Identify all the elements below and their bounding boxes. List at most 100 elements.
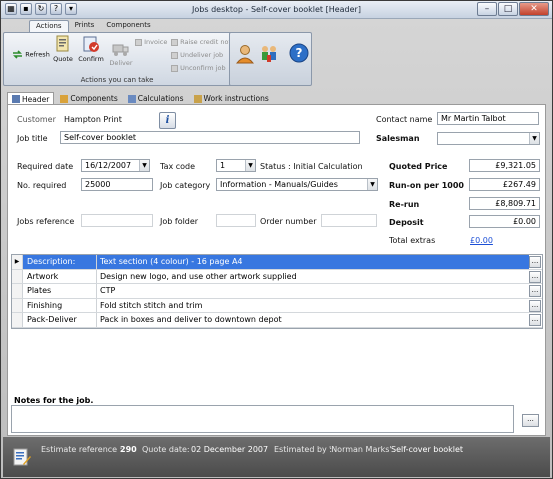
job-folder-field[interactable] [216, 214, 256, 227]
run-on-field[interactable]: £267.49 [469, 178, 540, 191]
invoice-label: Invoice [144, 38, 168, 46]
contact-name-field[interactable]: Mr Martin Talbot [437, 112, 539, 125]
row-pointer-icon: ▶ [12, 255, 23, 269]
table-row[interactable]: Plates CTP ... [12, 284, 542, 299]
row-caption: Description: [23, 255, 97, 269]
row-selector [12, 298, 23, 312]
quote-date-value: 02 December 2007 [191, 445, 269, 454]
salesman-label: Salesman [376, 134, 420, 143]
quoted-price-field[interactable]: £9,321.05 [469, 159, 540, 172]
ellipsis-button[interactable]: ... [529, 285, 541, 297]
row-value[interactable]: Text section (4 colour) - 16 page A4 [97, 255, 529, 269]
ellipsis-button[interactable]: ... [529, 256, 541, 268]
invoice-icon [135, 38, 142, 46]
customer-info-button[interactable]: i [159, 112, 176, 129]
calendar-dropdown-icon[interactable]: ▼ [139, 160, 149, 171]
ellipsis-button[interactable]: ... [529, 314, 541, 326]
raise-credit-note-button[interactable]: Raise credit note [171, 38, 235, 46]
estimate-reference-label: Estimate reference : [41, 445, 123, 454]
tax-code-select[interactable]: 1 ▼ [216, 159, 256, 172]
tab-calculations-label: Calculations [137, 94, 184, 103]
job-title-field[interactable]: Self-cover booklet [60, 131, 360, 144]
refresh-label: Refresh [25, 50, 50, 59]
quote-button[interactable]: Quote [52, 35, 74, 63]
tab-work-instructions-label: Work instructions [203, 94, 269, 103]
no-required-field[interactable]: 25000 [81, 178, 153, 191]
minimize-button[interactable]: – [477, 2, 497, 16]
customer-label: Customer [17, 115, 56, 124]
ribbon-tools-group: ? [229, 32, 312, 86]
table-row[interactable]: Finishing Fold stitch stitch and trim ..… [12, 298, 542, 313]
order-number-label: Order number [260, 217, 317, 226]
invoice-button[interactable]: Invoice [135, 38, 167, 46]
row-value[interactable]: Pack in boxes and deliver to downtown de… [97, 313, 529, 327]
maximize-button[interactable]: □ [498, 2, 518, 16]
quote-icon [56, 35, 69, 52]
work-instructions-tab-icon [193, 94, 202, 103]
user-button[interactable] [235, 44, 255, 66]
required-date-picker[interactable]: 16/12/2007 ▼ [81, 159, 150, 172]
document-edit-icon [13, 448, 31, 466]
jobs-reference-label: Jobs reference [17, 217, 75, 226]
notes-label: Notes for the job. [14, 396, 94, 405]
tab-header-label: Header [22, 94, 50, 104]
row-value[interactable]: Design new logo, and use other artwork s… [97, 270, 529, 284]
rerun-field[interactable]: £8,809.71 [469, 197, 540, 210]
components-tab-icon [60, 94, 69, 103]
deposit-field[interactable]: £0.00 [469, 215, 540, 228]
chevron-down-icon[interactable]: ▼ [529, 133, 539, 144]
order-number-field[interactable] [321, 214, 377, 227]
table-row[interactable]: ▶ Description: Text section (4 colour) -… [12, 255, 542, 270]
notes-field[interactable] [11, 405, 514, 433]
confirm-button[interactable]: Confirm [77, 35, 105, 63]
window-title: Jobs desktop - Self-cover booklet [Heade… [192, 5, 361, 14]
credit-note-icon [171, 38, 178, 46]
row-selector [12, 313, 23, 327]
unconfirm-icon [171, 64, 178, 72]
organisation-button[interactable] [259, 44, 279, 66]
total-extras-link[interactable]: £0.00 [470, 236, 493, 245]
calculations-tab-icon [127, 94, 136, 103]
undeliver-icon [171, 51, 178, 59]
undeliver-job-button[interactable]: Undeliver job [171, 51, 223, 59]
job-category-label: Job category [160, 181, 211, 190]
total-extras-label: Total extras [389, 236, 436, 245]
help-question-icon: ? [289, 43, 309, 63]
table-row[interactable]: Pack-Deliver Pack in boxes and deliver t… [12, 313, 542, 328]
close-button[interactable]: ✕ [519, 2, 549, 16]
salesman-select[interactable]: ▼ [437, 132, 540, 145]
help-button[interactable]: ? [288, 43, 310, 65]
job-title-label: Job title [17, 134, 48, 143]
header-panel: Customer Hampton Print i Contact name Mr… [7, 104, 546, 436]
notes-ellipsis-button[interactable]: ... [522, 414, 539, 427]
table-row[interactable]: Artwork Design new logo, and use other a… [12, 269, 542, 284]
deliver-button[interactable]: Deliver [106, 41, 136, 67]
ellipsis-button[interactable]: ... [529, 299, 541, 312]
organisation-icon [262, 46, 276, 62]
unconfirm-job-button[interactable]: Unconfirm job [171, 64, 226, 72]
job-details-grid: ▶ Description: Text section (4 colour) -… [11, 254, 543, 329]
header-tab-icon [12, 95, 20, 103]
deposit-label: Deposit [389, 218, 424, 227]
jobs-reference-field[interactable] [81, 214, 153, 227]
contact-name-label: Contact name [376, 115, 433, 124]
title-bar: ▦ ▪ ↻ ? ▾ Jobs desktop - Self-cover book… [1, 1, 552, 19]
row-value[interactable]: Fold stitch stitch and trim [97, 299, 529, 313]
refresh-arrows-icon [13, 50, 23, 59]
job-category-select[interactable]: Information - Manuals/Guides ▼ [216, 178, 378, 191]
quote-date-label: Quote date: [142, 445, 190, 454]
ellipsis-button[interactable]: ... [529, 270, 541, 283]
chevron-down-icon[interactable]: ▼ [367, 179, 377, 190]
user-icon [235, 45, 255, 64]
job-category-value: Information - Manuals/Guides [220, 180, 338, 189]
run-on-label: Run-on per 1000 [389, 181, 464, 190]
row-value[interactable]: CTP [97, 284, 529, 298]
chevron-down-icon[interactable]: ▼ [245, 160, 255, 171]
refresh-button[interactable]: Refresh [9, 49, 53, 60]
row-selector [12, 269, 23, 283]
undeliver-job-label: Undeliver job [180, 51, 224, 59]
confirm-label: Confirm [78, 55, 104, 63]
estimate-reference-value: 290 [120, 445, 137, 454]
row-caption: Finishing [23, 298, 97, 312]
window-controls: – □ ✕ [477, 2, 549, 16]
